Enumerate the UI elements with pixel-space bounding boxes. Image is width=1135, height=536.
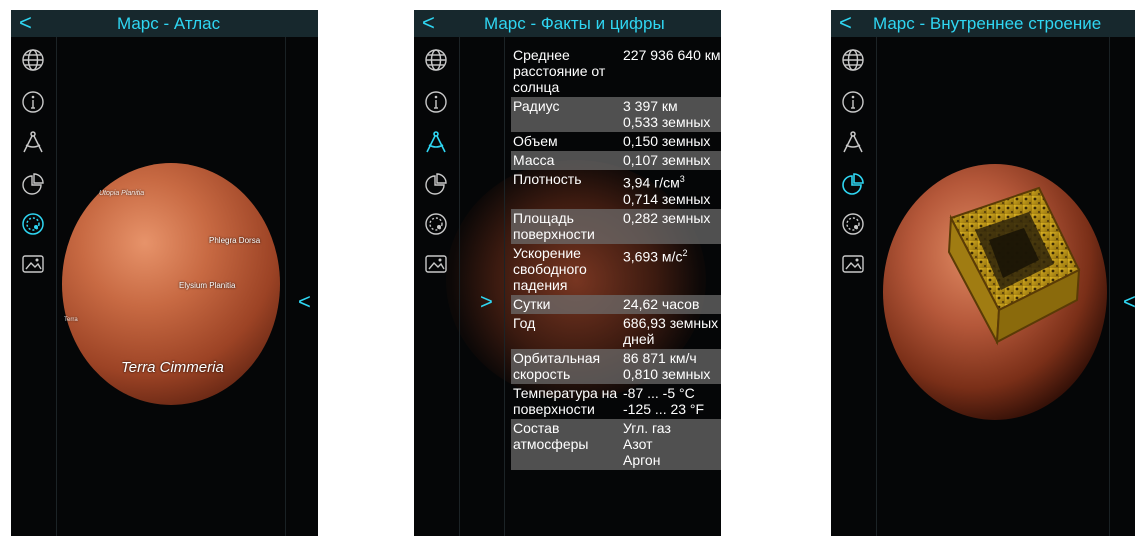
image-icon[interactable] — [423, 251, 449, 277]
fact-label: Радиус — [511, 97, 621, 132]
title-bar: < Марс - Внутреннее строение — [831, 10, 1135, 37]
compass-icon[interactable] — [840, 129, 866, 155]
fact-value: 0,107 земных — [621, 151, 721, 170]
image-icon[interactable] — [20, 251, 46, 277]
fact-value: 0,150 земных — [623, 133, 711, 149]
table-row: Площадь поверхности 0,282 земных — [511, 208, 721, 244]
fact-label: Площадь поверхности — [511, 208, 621, 244]
sidebar — [414, 37, 460, 536]
globe-icon[interactable] — [840, 47, 866, 73]
fact-label: Плотность — [513, 171, 582, 187]
screen-title: Марс - Факты и цифры — [484, 14, 665, 33]
fact-value: 3,94 г/см3 0,714 земных — [623, 174, 711, 207]
structure-screen: < Марс - Внутреннее строение < — [831, 10, 1135, 536]
pie-chart-icon[interactable] — [840, 171, 866, 197]
table-row: Орбитальная скорость 86 871 км/ч 0,810 зе… — [511, 348, 721, 384]
fact-label: Ускорение свободного падения — [513, 244, 587, 293]
title-bar: < Марс - Факты и цифры — [414, 10, 721, 37]
table-row: Радиус 3 397 км 0,533 земных — [511, 97, 721, 132]
planet-layers-icon[interactable] — [20, 211, 46, 237]
open-panel-handle[interactable]: < — [1123, 291, 1135, 313]
atlas-screen: < Марс - Атлас < Utopia Planitia Phlegra… — [11, 10, 318, 536]
open-panel-handle[interactable]: < — [298, 291, 311, 313]
table-row: Среднее расстояние от солнца 227 936 640… — [511, 46, 721, 97]
map-label: Terra Cimmeria — [121, 359, 224, 376]
fact-label: Температура на поверхности — [513, 384, 618, 417]
image-icon[interactable] — [840, 251, 866, 277]
fact-label: Сутки — [511, 294, 621, 314]
pie-chart-icon[interactable] — [20, 171, 46, 197]
fact-value: 686,93 земных дней — [623, 314, 719, 347]
facts-screen: < Марс - Факты и цифры > Среднее расстоя… — [414, 10, 721, 536]
back-button[interactable]: < — [422, 11, 435, 35]
fact-label: Год — [513, 314, 536, 331]
table-row: Сутки 24,62 часов — [511, 294, 721, 314]
compass-icon[interactable] — [423, 129, 449, 155]
mars-cutaway-model[interactable] — [879, 160, 1111, 424]
fact-value: 0,282 земных — [621, 208, 721, 244]
fact-value: 3 397 км 0,533 земных — [621, 97, 721, 132]
facts-table: Среднее расстояние от солнца 227 936 640… — [511, 46, 721, 470]
globe-icon[interactable] — [20, 47, 46, 73]
fact-value: Угл. газ Азот Аргон — [621, 418, 721, 470]
compass-icon[interactable] — [20, 129, 46, 155]
fact-label: Объем — [513, 133, 558, 149]
info-icon[interactable] — [20, 89, 46, 115]
close-panel-handle[interactable]: > — [480, 291, 493, 313]
map-label: Elysium Planitia — [179, 281, 236, 290]
panel-divider — [504, 37, 505, 536]
table-row: Ускорение свободного падения 3,693 м/с2 — [511, 244, 721, 295]
fact-label: Масса — [511, 151, 621, 170]
globe-icon[interactable] — [423, 47, 449, 73]
sidebar — [11, 37, 57, 536]
fact-value: 86 871 км/ч 0,810 земных — [621, 348, 721, 384]
screen-title: Марс - Внутреннее строение — [873, 14, 1102, 33]
screen-title: Марс - Атлас — [117, 14, 221, 33]
table-row: Плотность 3,94 г/см3 0,714 земных — [511, 170, 721, 209]
fact-label: Среднее расстояние от солнца — [513, 47, 606, 95]
planet-layers-icon[interactable] — [423, 211, 449, 237]
info-icon[interactable] — [423, 89, 449, 115]
fact-value: 227 936 640 км — [623, 47, 721, 63]
table-row: Год 686,93 земных дней — [511, 314, 721, 349]
right-panel-strip — [285, 37, 318, 536]
sidebar — [831, 37, 877, 536]
table-row: Масса 0,107 земных — [511, 151, 721, 170]
fact-value: -87 ... -5 °C -125 ... 23 °F — [623, 384, 705, 417]
planet-layers-icon[interactable] — [840, 211, 866, 237]
fact-label: Состав атмосферы — [511, 418, 621, 470]
map-label: Phlegra Dorsa — [209, 236, 261, 245]
fact-label: Орбитальная скорость — [511, 348, 621, 384]
back-button[interactable]: < — [839, 11, 852, 35]
right-panel-strip — [1109, 37, 1135, 536]
pie-chart-icon[interactable] — [423, 171, 449, 197]
table-row: Объем 0,150 земных — [511, 132, 721, 151]
table-row: Температура на поверхности -87 ... -5 °C… — [511, 384, 721, 419]
back-button[interactable]: < — [19, 11, 32, 35]
table-row: Состав атмосферы Угл. газ Азот Аргон — [511, 418, 721, 470]
map-label: Utopia Planitia — [99, 190, 145, 197]
map-label: Terra — [64, 317, 78, 323]
fact-value: 3,693 м/с2 — [623, 247, 688, 265]
info-icon[interactable] — [840, 89, 866, 115]
title-bar: < Марс - Атлас — [11, 10, 318, 37]
fact-value: 24,62 часов — [621, 294, 721, 314]
